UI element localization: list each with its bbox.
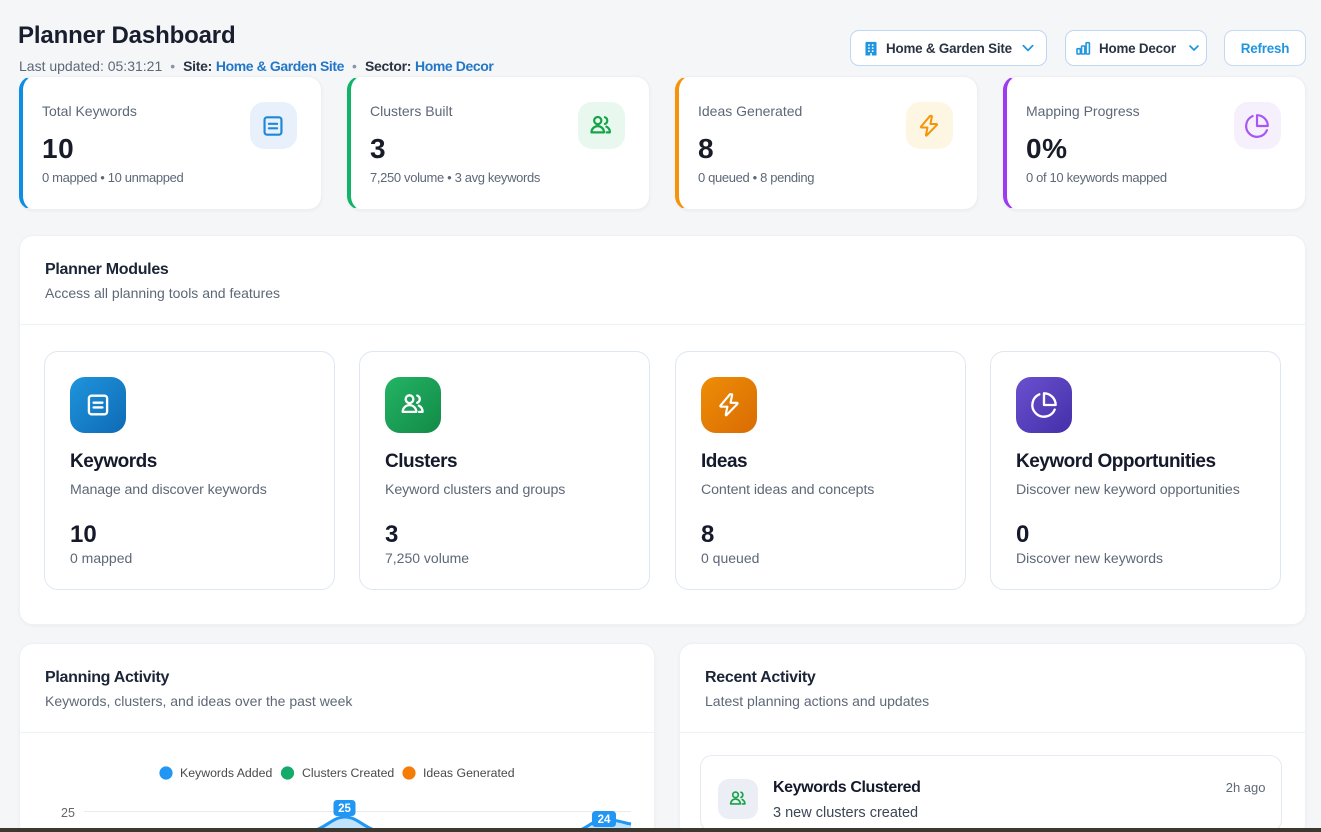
svg-text:Ideas Generated: Ideas Generated bbox=[423, 766, 515, 780]
svg-text:24: 24 bbox=[598, 814, 611, 826]
svg-text:Keywords Added: Keywords Added bbox=[180, 766, 272, 780]
svg-text:25: 25 bbox=[61, 806, 75, 820]
svg-text:Clusters Created: Clusters Created bbox=[302, 766, 394, 780]
svg-text:25: 25 bbox=[338, 803, 351, 815]
